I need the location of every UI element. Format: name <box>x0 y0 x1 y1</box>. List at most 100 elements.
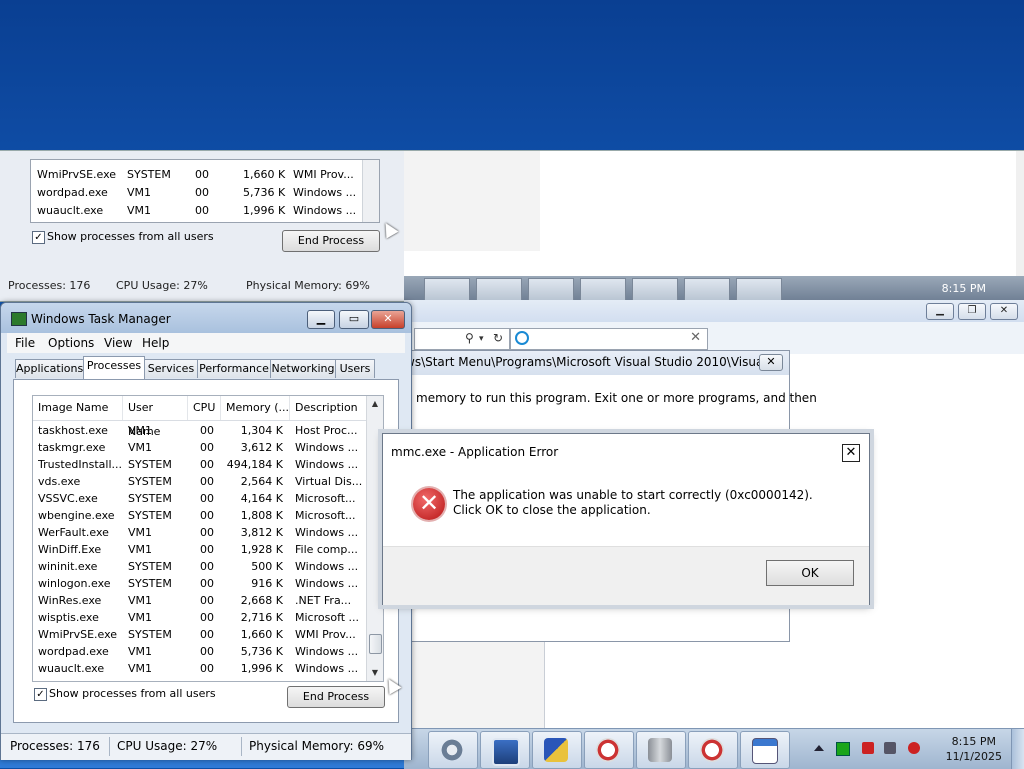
column-user-name[interactable]: User Name <box>123 396 188 438</box>
chevron-down-icon[interactable]: ▾ <box>479 334 484 344</box>
table-row[interactable]: wininit.exe SYSTEM 00 500 K Windows ... <box>33 558 367 575</box>
taskbar-gauge-button[interactable] <box>584 731 634 769</box>
tab-users[interactable]: Users <box>335 359 375 378</box>
cell-user: VM1 <box>128 441 153 454</box>
action-center-icon[interactable] <box>862 742 874 754</box>
minimize-button[interactable]: ▁ <box>926 303 954 320</box>
show-desktop-button[interactable] <box>1011 729 1024 769</box>
taskbar: 8:15 PM 11/1/2025 <box>404 728 1024 769</box>
column-description[interactable]: Description <box>290 396 367 420</box>
taskbar-gauge-button-2[interactable] <box>688 731 738 769</box>
background-window-titlebar[interactable]: ▁ ❐ ✕ <box>404 300 1024 322</box>
table-row[interactable]: wordpad.exe VM1 00 5,736 K Windows ... <box>33 643 367 660</box>
taskbar-server-button[interactable] <box>636 731 686 769</box>
column-memory[interactable]: Memory (... <box>221 396 290 420</box>
column-image-name[interactable]: Image Name <box>33 396 123 420</box>
scroll-up-icon[interactable]: ▲ <box>367 396 383 412</box>
table-row[interactable]: wuauclt.exe VM1 00 1,996 K Windows ... <box>33 660 367 677</box>
taskbar-wordpad-button[interactable] <box>740 731 790 769</box>
close-button[interactable]: ✕ <box>842 444 860 462</box>
table-row[interactable]: wbengine.exe SYSTEM 00 1,808 K Microsoft... <box>33 507 367 524</box>
maximize-button[interactable]: ▭ <box>339 310 369 329</box>
cell-desc: Windows ... <box>295 526 359 539</box>
search-icon[interactable]: ⚲ <box>465 331 474 345</box>
show-hidden-icons-icon[interactable] <box>814 745 824 751</box>
scrollbar-thumb[interactable] <box>369 634 382 654</box>
volume-muted-icon[interactable] <box>908 742 920 754</box>
menu-options[interactable]: Options <box>48 336 94 350</box>
cell-mem: 2,564 K <box>240 475 283 488</box>
vertical-scrollbar[interactable]: ▲ ▼ <box>366 396 383 681</box>
cell-desc: Virtual Dis... <box>295 475 363 488</box>
cell-user: VM1 <box>128 594 153 607</box>
cell-cpu: 00 <box>200 628 214 641</box>
column-cpu[interactable]: CPU <box>188 396 221 420</box>
browser-tab[interactable]: ✕ <box>510 328 708 350</box>
close-button[interactable]: ✕ <box>990 303 1018 320</box>
server-icon <box>648 738 672 762</box>
network-icon[interactable] <box>884 742 896 754</box>
task-manager-window[interactable]: Windows Task Manager ▁ ▭ ✕ File Options … <box>0 302 412 760</box>
end-process-button[interactable]: End Process <box>287 686 385 708</box>
table-row[interactable]: WinRes.exe VM1 00 2,668 K .NET Fra... <box>33 592 367 609</box>
cell-cpu: 00 <box>200 645 214 658</box>
visual-studio-dialog-titlebar[interactable]: ws\Start Menu\Programs\Microsoft Visual … <box>405 351 789 375</box>
application-error-dialog[interactable]: mmc.exe - Application Error ✕ ✕ The appl… <box>382 433 870 605</box>
scroll-down-icon[interactable]: ▼ <box>367 665 383 681</box>
process-list[interactable]: Image Name User Name CPU Memory (... Des… <box>32 395 384 682</box>
ghost-cell: Windows ... <box>293 186 357 199</box>
error-dialog-titlebar[interactable]: mmc.exe - Application Error ✕ <box>383 434 869 469</box>
status-green-icon[interactable] <box>836 742 850 756</box>
tab-networking[interactable]: Networking <box>270 359 336 378</box>
checkbox-label[interactable]: Show processes from all users <box>49 687 216 700</box>
cell-name: wisptis.exe <box>38 611 99 624</box>
menu-help[interactable]: Help <box>142 336 169 350</box>
dialog-path-title: ws\Start Menu\Programs\Microsoft Visual … <box>405 355 779 369</box>
cell-cpu: 00 <box>200 611 214 624</box>
cell-mem: 916 K <box>251 577 283 590</box>
table-row[interactable]: winlogon.exe SYSTEM 00 916 K Windows ... <box>33 575 367 592</box>
cell-cpu: 00 <box>200 662 214 675</box>
cell-user: SYSTEM <box>128 492 172 505</box>
tab-processes[interactable]: Processes <box>83 356 145 379</box>
cell-user: VM1 <box>128 543 153 556</box>
tab-services[interactable]: Services <box>144 359 198 378</box>
cell-mem: 1,304 K <box>240 424 283 437</box>
cell-name: WinDiff.Exe <box>38 543 102 556</box>
ok-button[interactable]: OK <box>766 560 854 586</box>
address-bar[interactable]: ⚲ ▾ ↻ <box>414 328 510 350</box>
close-button[interactable]: ✕ <box>759 354 783 371</box>
checkbox-box[interactable]: ✓ <box>34 688 47 701</box>
close-tab-icon[interactable]: ✕ <box>690 330 701 345</box>
table-row[interactable]: taskmgr.exe VM1 00 3,612 K Windows ... <box>33 439 367 456</box>
ghost-cell: WMI Prov... <box>293 168 354 181</box>
cell-mem: 2,716 K <box>240 611 283 624</box>
close-button[interactable]: ✕ <box>371 310 405 329</box>
settings-icon <box>440 738 464 762</box>
ghost-checkbox-box: ✓ <box>32 231 45 244</box>
table-row[interactable]: vds.exe SYSTEM 00 2,564 K Virtual Dis... <box>33 473 367 490</box>
clock[interactable]: 8:15 PM 11/1/2025 <box>946 734 1002 764</box>
table-row[interactable]: VSSVC.exe SYSTEM 00 4,164 K Microsoft... <box>33 490 367 507</box>
taskbar-remote-desktop-button[interactable] <box>480 731 530 769</box>
ghost-cell: VM1 <box>127 186 152 199</box>
menu-view[interactable]: View <box>104 336 132 350</box>
table-row[interactable]: WmiPrvSE.exe SYSTEM 00 1,660 K WMI Prov... <box>33 626 367 643</box>
taskbar-settings-button[interactable] <box>428 731 478 769</box>
table-row[interactable]: taskhost.exe VM1 00 1,304 K Host Proc... <box>33 422 367 439</box>
table-row[interactable]: TrustedInstall... SYSTEM 00 494,184 K Window… <box>33 456 367 473</box>
table-row[interactable]: WinDiff.Exe VM1 00 1,928 K File comp... <box>33 541 367 558</box>
maximize-button[interactable]: ❐ <box>958 303 986 320</box>
refresh-icon[interactable]: ↻ <box>493 331 503 345</box>
minimize-button[interactable]: ▁ <box>307 310 335 329</box>
ghost-taskbar-button <box>528 278 574 301</box>
processes-panel: Image Name User Name CPU Memory (... Des… <box>13 379 399 723</box>
table-row[interactable]: WerFault.exe VM1 00 3,812 K Windows ... <box>33 524 367 541</box>
tab-performance[interactable]: Performance <box>197 359 271 378</box>
task-manager-titlebar[interactable]: Windows Task Manager ▁ ▭ ✕ <box>1 303 411 333</box>
table-row[interactable]: wisptis.exe VM1 00 2,716 K Microsoft ... <box>33 609 367 626</box>
taskbar-security-button[interactable] <box>532 731 582 769</box>
menu-file[interactable]: File <box>15 336 35 350</box>
remote-screen-echo: WmiPrvSE.exe SYSTEM 00 1,660 K WMI Prov.… <box>0 150 1024 302</box>
tab-applications[interactable]: Applications <box>15 359 84 378</box>
